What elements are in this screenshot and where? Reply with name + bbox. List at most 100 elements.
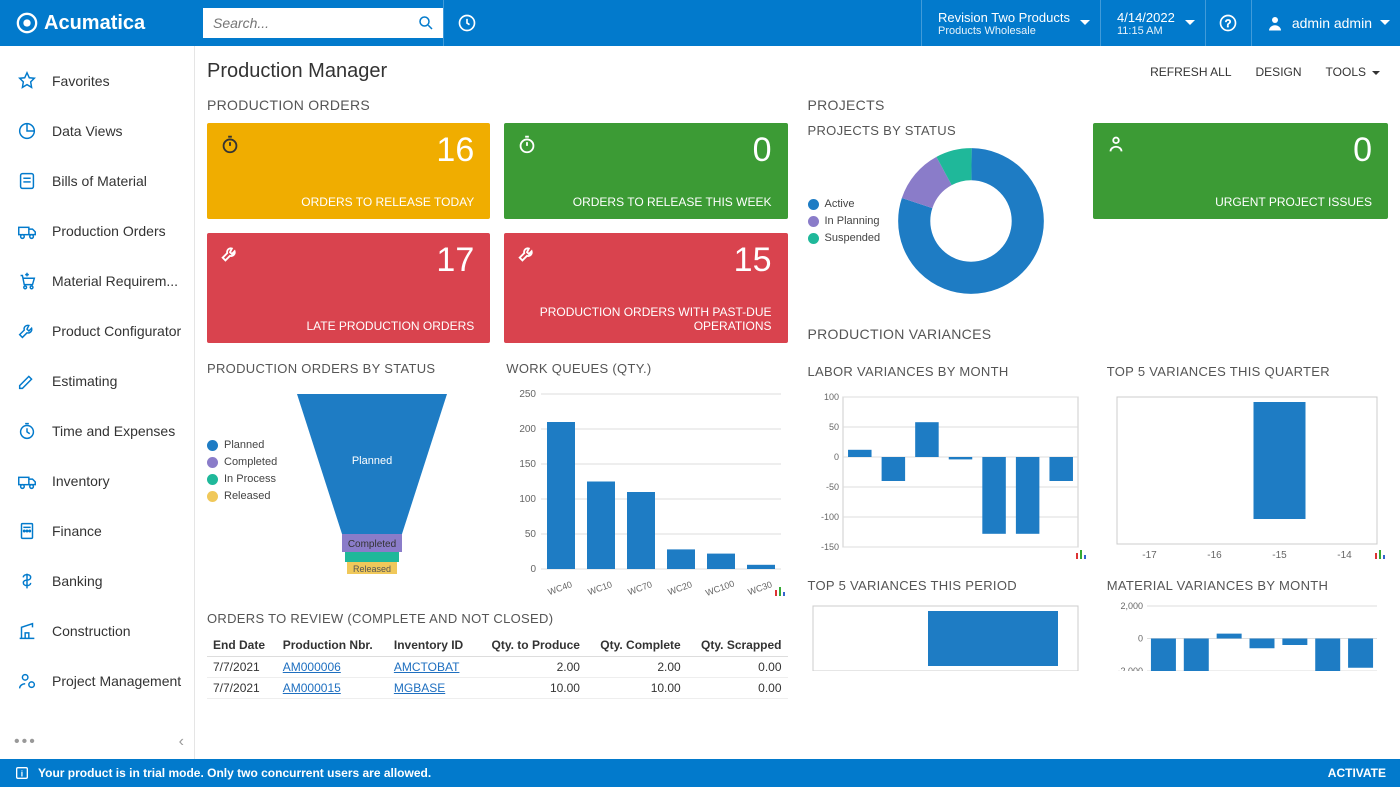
sidebar-item-projmgmt[interactable]: Project Management [0,656,194,706]
svg-text:Released: Released [353,564,391,574]
svg-text:WC100: WC100 [704,578,736,598]
sidebar-collapse[interactable]: ‹ [179,733,184,751]
tenant-selector[interactable]: Revision Two Products Products Wholesale [921,0,1100,46]
svg-text:200: 200 [520,424,537,435]
legend-label: In Process [224,473,276,485]
col-header[interactable]: End Date [207,634,277,657]
chart-title: TOP 5 VARIANCES THIS QUARTER [1107,364,1388,379]
svg-text:250: 250 [520,389,537,400]
svg-text:?: ? [1225,18,1231,30]
kpi-release-today[interactable]: 16 ORDERS TO RELEASE TODAY [207,123,490,219]
main-content: Production Manager REFRESH ALL DESIGN TO… [195,46,1400,759]
design-button[interactable]: DESIGN [1256,65,1302,79]
search-icon[interactable] [417,14,435,32]
table-row[interactable]: 7/7/2021AM000006AMCTOBAT2.002.000.00 [207,657,788,678]
chart-prod-by-status[interactable]: PRODUCTION ORDERS BY STATUS Planned Comp… [207,349,488,599]
svg-text:-150: -150 [820,542,838,552]
svg-text:100: 100 [823,392,838,402]
svg-text:2,000: 2,000 [1120,601,1143,611]
sidebar-item-estimating[interactable]: Estimating [0,356,194,406]
inventory-link[interactable]: AMCTOBAT [394,660,460,674]
kpi-value: 0 [1353,131,1372,170]
sidebar: Favorites Data Views Bills of Material P… [0,46,195,759]
production-nbr-link[interactable]: AM000006 [283,660,341,674]
user-menu[interactable]: admin admin [1251,0,1400,46]
legend-label: Active [825,198,855,210]
section-production-orders: PRODUCTION ORDERS [207,97,788,113]
sidebar-item-production[interactable]: Production Orders [0,206,194,256]
kpi-value: 17 [436,241,474,280]
sidebar-item-inventory[interactable]: Inventory [0,456,194,506]
truck-icon [16,220,38,242]
chart-top5-period[interactable]: TOP 5 VARIANCES THIS PERIOD [808,566,1089,671]
info-icon: i [14,765,30,781]
search-input[interactable] [203,8,443,38]
activate-button[interactable]: ACTIVATE [1328,766,1386,780]
page-title: Production Manager [207,60,387,83]
section-variances: PRODUCTION VARIANCES [808,326,1389,342]
truck2-icon [16,470,38,492]
kpi-urgent-issues[interactable]: 0 URGENT PROJECT ISSUES [1093,123,1388,219]
inventory-link[interactable]: MGBASE [394,681,445,695]
business-date[interactable]: 4/14/2022 11:15 AM [1100,0,1205,46]
svg-text:100: 100 [520,494,537,505]
sidebar-item-banking[interactable]: Banking [0,556,194,606]
kpi-label: ORDERS TO RELEASE TODAY [301,195,474,209]
chart-material-variances[interactable]: MATERIAL VARIANCES BY MONTH -2,00002,000 [1107,566,1388,671]
calculator-icon [16,520,38,542]
chart-projects-by-status[interactable]: PROJECTS BY STATUS Active In Planning Su… [808,123,1075,296]
chart-work-queues[interactable]: WORK QUEUES (QTY.) 050100150200250WC40WC… [506,349,787,599]
col-header[interactable]: Qty. Scrapped [687,634,788,657]
chart-type-icon[interactable] [1075,548,1087,560]
col-header[interactable]: Qty. to Produce [477,634,586,657]
history-button[interactable] [443,0,489,46]
star-icon [16,70,38,92]
col-header[interactable]: Production Nbr. [277,634,388,657]
bar-chart: -2,00002,000 [1107,601,1382,671]
sidebar-item-dataviews[interactable]: Data Views [0,106,194,156]
svg-text:WC70: WC70 [627,579,654,597]
sidebar-item-time[interactable]: Time and Expenses [0,406,194,456]
svg-text:0: 0 [531,564,537,575]
wrench-icon [516,243,538,265]
svg-text:150: 150 [520,459,537,470]
chart-top5-quarter[interactable]: TOP 5 VARIANCES THIS QUARTER -17-16-15-1… [1107,352,1388,562]
sidebar-item-favorites[interactable]: Favorites [0,56,194,106]
date-text: 4/14/2022 [1117,10,1175,25]
col-header[interactable]: Inventory ID [388,634,477,657]
chart-type-icon[interactable] [1374,548,1386,560]
sidebar-item-construction[interactable]: Construction [0,606,194,656]
legend-label: Suspended [825,232,881,244]
sidebar-item-label: Data Views [52,123,123,139]
tools-menu[interactable]: TOOLS [1326,65,1380,79]
svg-text:WC40: WC40 [547,579,574,597]
sidebar-item-finance[interactable]: Finance [0,506,194,556]
chart-title: MATERIAL VARIANCES BY MONTH [1107,578,1388,593]
sidebar-item-label: Bills of Material [52,173,147,189]
production-nbr-link[interactable]: AM000015 [283,681,341,695]
bar-chart: -150-100-50050100 [808,387,1083,562]
svg-text:-16: -16 [1207,550,1222,561]
chart-title: LABOR VARIANCES BY MONTH [808,364,1089,379]
section-projects: PROJECTS [808,97,1389,113]
sidebar-more[interactable]: ••• [14,733,37,751]
chart-title: WORK QUEUES (QTY.) [506,361,787,376]
refresh-all-button[interactable]: REFRESH ALL [1150,65,1231,79]
kpi-pastdue[interactable]: 15 PRODUCTION ORDERS WITH PAST-DUE OPERA… [504,233,787,343]
sidebar-item-configurator[interactable]: Product Configurator [0,306,194,356]
sidebar-item-mrp[interactable]: Material Requirem... [0,256,194,306]
legend-label: In Planning [825,215,880,227]
chart-labor-variances[interactable]: LABOR VARIANCES BY MONTH -150-100-500501… [808,352,1089,562]
clock-icon [16,420,38,442]
chart-type-icon[interactable] [774,585,786,597]
cart-icon [16,270,38,292]
col-header[interactable]: Qty. Complete [586,634,687,657]
help-button[interactable]: ? [1205,0,1251,46]
kpi-late[interactable]: 17 LATE PRODUCTION ORDERS [207,233,490,343]
kpi-release-week[interactable]: 0 ORDERS TO RELEASE THIS WEEK [504,123,787,219]
brand[interactable]: Acumatica [0,12,195,35]
crane-icon [16,620,38,642]
sidebar-item-bom[interactable]: Bills of Material [0,156,194,206]
svg-text:Completed: Completed [348,539,396,550]
table-row[interactable]: 7/7/2021AM000015MGBASE10.0010.000.00 [207,678,788,699]
